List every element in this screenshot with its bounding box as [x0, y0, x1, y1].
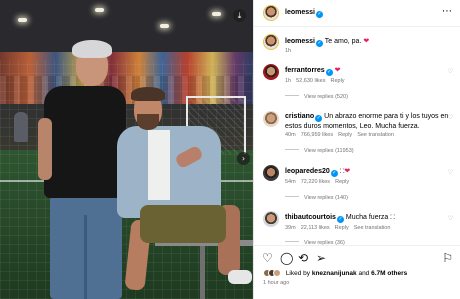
- comment-like-icon[interactable]: ♡: [448, 68, 453, 75]
- background-person: [14, 112, 28, 142]
- post-header: leomessi ✓ ⋯: [254, 0, 460, 27]
- red-heart-emoji: ❤: [334, 66, 341, 74]
- comment: thibautcourtois ✓ Mucha fuerza ⛚: [285, 213, 450, 223]
- comment-time: 40m: [285, 132, 296, 138]
- man-right-hair: [131, 87, 165, 101]
- liked-by-user[interactable]: kneznanijunak: [312, 270, 357, 277]
- comment-like-icon[interactable]: ♡: [448, 169, 453, 176]
- view-replies-button[interactable]: View replies (140): [285, 195, 348, 201]
- red-heart-emoji: ❤: [344, 167, 351, 175]
- comment-icon[interactable]: ◯: [280, 251, 293, 265]
- verified-icon: ✓: [325, 69, 333, 76]
- comment: ferrantorres ✓ ❤: [285, 66, 450, 76]
- comment-username[interactable]: thibautcourtois: [285, 214, 336, 221]
- avatar[interactable]: [263, 5, 279, 21]
- caption-text: Te amo, pa.: [324, 38, 362, 45]
- verified-icon: ✓: [315, 40, 323, 47]
- man-left-arm: [38, 118, 52, 180]
- more-horizontal-icon[interactable]: ⋯: [442, 6, 452, 17]
- comment-username[interactable]: ferrantorres: [285, 67, 325, 74]
- reply-button[interactable]: Reply: [338, 132, 352, 138]
- comment-username[interactable]: cristiano: [285, 113, 314, 120]
- comment-time: 39m: [285, 225, 296, 231]
- verified-icon: ✓: [315, 11, 323, 18]
- caption-username[interactable]: leomessi: [285, 38, 315, 45]
- comment-likes[interactable]: 52,630 likes: [296, 78, 325, 84]
- comment-time: 54m: [285, 179, 296, 185]
- liked-by-prefix: Liked by: [285, 270, 311, 277]
- reply-button[interactable]: Reply: [335, 225, 349, 231]
- comment: cristiano ✓ Un abrazo enorme para ti y lo…: [285, 112, 450, 131]
- comment-text: Mucha fuerza: [345, 214, 389, 221]
- header-user: leomessi ✓: [285, 9, 323, 18]
- comment-time: 1h: [285, 78, 292, 84]
- man-right-shirt: [148, 130, 170, 200]
- man-left-shirt: [44, 86, 126, 198]
- comment-username[interactable]: leoparedes20: [285, 168, 330, 175]
- caption-time: 1h: [285, 48, 292, 54]
- bench-leg: [200, 246, 205, 299]
- verified-icon: ✓: [330, 170, 338, 177]
- comment-like-icon[interactable]: ♡: [448, 114, 453, 121]
- avatar[interactable]: [263, 64, 279, 80]
- bookmark-icon[interactable]: ⚐: [442, 251, 453, 265]
- man-right-beard: [137, 114, 159, 130]
- liked-by-others[interactable]: 6.7M others: [371, 270, 407, 277]
- avatar[interactable]: [263, 211, 279, 227]
- ceiling-light: [18, 18, 27, 22]
- post-time[interactable]: 1 hour ago: [263, 280, 289, 286]
- praying-hands-emoji: ⛚: [390, 213, 395, 221]
- comment-meta: 1h 52,630 likes Reply: [285, 78, 350, 84]
- man-left-hair: [72, 40, 112, 58]
- liked-by-joiner: and: [358, 270, 370, 277]
- share-icon[interactable]: ➢: [316, 251, 326, 265]
- post-side-panel: leomessi ✓ ⋯ leomessi ✓ Te amo, pa. ❤ 1h f…: [253, 0, 460, 299]
- reply-button[interactable]: Reply: [335, 179, 349, 185]
- see-translation-button[interactable]: See translation: [357, 132, 394, 138]
- ceiling-light: [160, 24, 169, 28]
- comment-likes[interactable]: 22,113 likes: [301, 225, 330, 231]
- likes-summary: Liked by kneznanijunak and 6.7M others: [263, 269, 407, 277]
- comment-meta: 39m 22,113 likes Reply See translation: [285, 225, 395, 231]
- red-heart-emoji: ❤: [363, 37, 370, 45]
- comment-like-icon[interactable]: ♡: [448, 215, 453, 222]
- avatar[interactable]: [263, 34, 279, 50]
- see-translation-button[interactable]: See translation: [354, 225, 391, 231]
- repost-icon[interactable]: ⟲: [298, 251, 308, 265]
- view-replies-button[interactable]: View replies (11953): [285, 148, 354, 154]
- reply-button[interactable]: Reply: [330, 78, 344, 84]
- caption-meta: 1h: [285, 48, 296, 54]
- ceiling-light: [212, 12, 221, 16]
- comment: leoparedes20 ✓ ⛚❤: [285, 167, 450, 177]
- action-bar: ♡ ◯ ⟲ ➢ ⚐ Liked by kneznanijunak and 6.7…: [254, 245, 460, 299]
- header-username[interactable]: leomessi: [285, 9, 315, 16]
- avatar[interactable]: [263, 165, 279, 181]
- verified-icon: ✓: [336, 216, 344, 223]
- jeans-gap: [84, 215, 87, 299]
- download-icon[interactable]: ⤓: [233, 9, 246, 22]
- verified-icon: ✓: [315, 115, 323, 122]
- comment-likes[interactable]: 72,220 likes: [301, 179, 330, 185]
- ceiling-light: [95, 8, 104, 12]
- heart-icon[interactable]: ♡: [262, 251, 273, 265]
- comment-likes[interactable]: 766,959 likes: [301, 132, 333, 138]
- man-right-shoe: [228, 270, 252, 284]
- man-right-shorts: [140, 205, 226, 243]
- comment-meta: 54m 72,220 likes Reply: [285, 179, 354, 185]
- avatar[interactable]: [263, 111, 279, 127]
- view-replies-button[interactable]: View replies (520): [285, 94, 348, 100]
- liker-avatar: [273, 269, 281, 277]
- caption: leomessi ✓ Te amo, pa. ❤: [285, 37, 450, 47]
- comment-meta: 40m 766,959 likes Reply See translation: [285, 132, 399, 138]
- ceiling: [0, 0, 253, 60]
- post-photo[interactable]: ⤓ ›: [0, 0, 253, 299]
- chevron-right-icon[interactable]: ›: [237, 152, 250, 165]
